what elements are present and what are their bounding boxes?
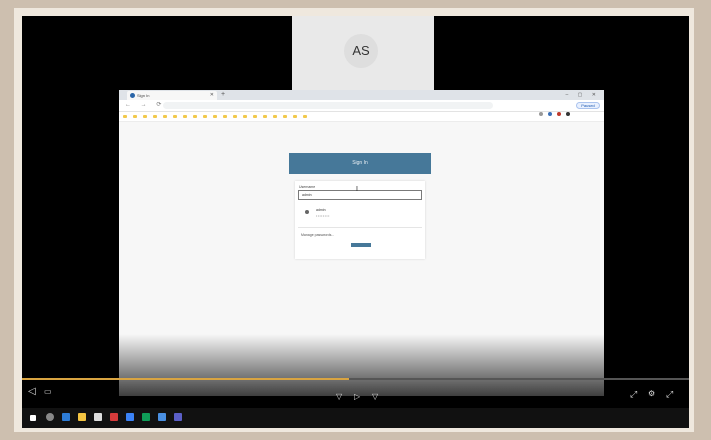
bookmark-item[interactable] xyxy=(163,115,168,118)
folder-icon xyxy=(203,115,207,118)
tab-title: Sign In xyxy=(137,93,150,98)
manage-passwords-link[interactable]: Manage passwords... xyxy=(301,233,334,237)
bookmark-item[interactable] xyxy=(303,115,308,118)
browser-tab[interactable]: Sign In ✕ xyxy=(127,91,217,100)
bookmarks-bar xyxy=(119,112,604,122)
skip-previous-icon[interactable]: ▽ xyxy=(336,391,342,403)
bookmark-item[interactable] xyxy=(133,115,138,118)
key-icon xyxy=(305,210,309,214)
folder-icon xyxy=(153,115,157,118)
video-player[interactable]: AS Sign In ✕ + – ▢ ✕ ← → ⟳ Paused Sign I… xyxy=(22,16,689,428)
system-tray[interactable] xyxy=(682,411,683,416)
folder-icon xyxy=(183,115,187,118)
folder-icon xyxy=(253,115,257,118)
bookmark-item[interactable] xyxy=(283,115,288,118)
avatar: AS xyxy=(344,34,378,68)
bookmark-item[interactable] xyxy=(173,115,178,118)
bookmark-item[interactable] xyxy=(293,115,298,118)
start-icon[interactable] xyxy=(30,415,36,421)
bookmark-item[interactable] xyxy=(193,115,198,118)
signin-button[interactable] xyxy=(351,243,371,247)
folder-icon xyxy=(193,115,197,118)
progress-fill xyxy=(22,378,349,380)
progress-bar[interactable] xyxy=(22,378,689,380)
skip-next-icon[interactable]: ▽ xyxy=(372,391,378,403)
folder-icon xyxy=(283,115,287,118)
folder-icon xyxy=(243,115,247,118)
bookmark-item[interactable] xyxy=(273,115,278,118)
address-bar-row: ← → ⟳ Paused xyxy=(119,100,604,116)
bookmark-item[interactable] xyxy=(213,115,218,118)
bookmark-item[interactable] xyxy=(263,115,268,118)
signin-card: Username admin I admin •••••••• Manage p… xyxy=(295,181,425,259)
bookmark-item[interactable] xyxy=(153,115,158,118)
player-overlay-gradient xyxy=(119,334,604,396)
username-label: Username xyxy=(299,185,316,189)
participant-tile: AS xyxy=(292,16,434,90)
app-icon[interactable] xyxy=(110,413,118,421)
new-tab-icon[interactable]: + xyxy=(221,90,225,100)
suggestion-username: admin xyxy=(316,208,326,212)
bookmark-item[interactable] xyxy=(253,115,258,118)
bookmark-item[interactable] xyxy=(143,115,148,118)
autofill-suggestion[interactable]: admin •••••••• xyxy=(298,201,422,228)
bookmark-item[interactable] xyxy=(243,115,248,118)
edge-icon[interactable] xyxy=(62,413,70,421)
app-icon[interactable] xyxy=(158,413,166,421)
text-cursor-icon: I xyxy=(356,186,358,193)
app-icon[interactable] xyxy=(126,413,134,421)
app-icon[interactable] xyxy=(94,413,102,421)
folder-icon xyxy=(123,115,127,118)
address-bar[interactable] xyxy=(163,102,493,109)
volume-icon[interactable]: ◁ xyxy=(28,386,36,398)
folder-icon xyxy=(173,115,177,118)
expand-icon[interactable]: ⤢ xyxy=(666,388,673,400)
window-controls[interactable]: – ▢ ✕ xyxy=(566,90,600,100)
suggestion-password: •••••••• xyxy=(316,214,330,218)
search-icon[interactable] xyxy=(46,413,54,421)
bookmark-item[interactable] xyxy=(233,115,238,118)
fullscreen-icon[interactable]: ⤢ xyxy=(630,388,637,400)
folder-icon xyxy=(163,115,167,118)
favicon-icon xyxy=(130,93,135,98)
tab-strip: Sign In ✕ + – ▢ ✕ xyxy=(119,90,604,100)
folder-icon xyxy=(213,115,217,118)
folder-icon xyxy=(273,115,277,118)
extension-icons[interactable] xyxy=(534,103,570,121)
folder-icon[interactable] xyxy=(78,413,86,421)
nav-icons[interactable]: ← → ⟳ xyxy=(125,101,165,110)
app-icon[interactable] xyxy=(142,413,150,421)
captions-icon[interactable]: ▭ xyxy=(44,386,52,398)
close-tab-icon[interactable]: ✕ xyxy=(210,91,214,100)
username-input[interactable]: admin xyxy=(298,190,422,200)
folder-icon xyxy=(143,115,147,118)
signin-header: Sign In xyxy=(289,153,431,174)
folder-icon xyxy=(263,115,267,118)
bookmark-item[interactable] xyxy=(203,115,208,118)
settings-icon[interactable]: ⚙ xyxy=(648,388,655,400)
folder-icon xyxy=(233,115,237,118)
teams-icon[interactable] xyxy=(174,413,182,421)
folder-icon xyxy=(223,115,227,118)
folder-icon xyxy=(133,115,137,118)
paused-button[interactable]: Paused xyxy=(576,102,600,109)
bookmark-item[interactable] xyxy=(123,115,128,118)
bookmark-item[interactable] xyxy=(223,115,228,118)
folder-icon xyxy=(293,115,297,118)
taskbar xyxy=(22,408,689,428)
bookmark-item[interactable] xyxy=(183,115,188,118)
folder-icon xyxy=(303,115,307,118)
play-icon[interactable]: ▷ xyxy=(354,391,360,403)
